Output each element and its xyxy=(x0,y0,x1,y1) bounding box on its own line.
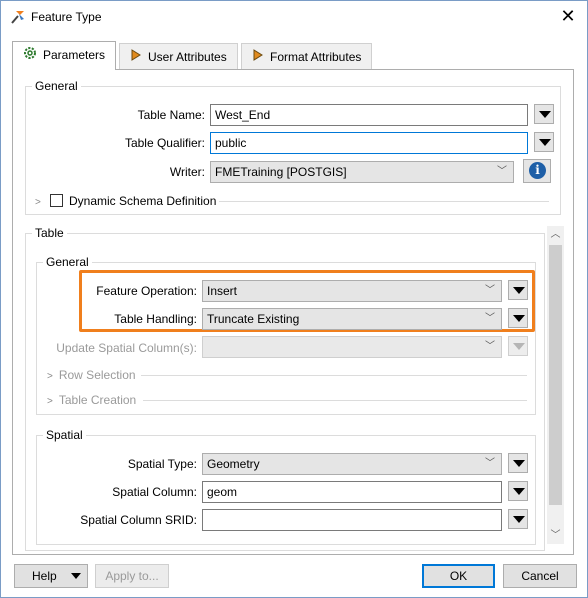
spatial-column-input[interactable]: geom xyxy=(202,481,502,503)
apply-to-button[interactable]: Apply to... xyxy=(95,564,169,588)
chevron-right-icon: > xyxy=(47,371,53,382)
dropdown-arrow-icon xyxy=(513,460,525,467)
table-handling-menu-button[interactable] xyxy=(508,308,528,328)
help-button[interactable]: Help xyxy=(14,564,88,588)
table-qualifier-label: Table Qualifier: xyxy=(124,136,205,150)
fme-icon xyxy=(10,9,26,25)
tab-label: User Attributes xyxy=(148,50,227,64)
table-handling-select[interactable]: Truncate Existing ﹀ xyxy=(202,308,502,330)
table-creation-expander[interactable]: > Table Creation xyxy=(47,393,136,407)
update-spatial-menu-button[interactable] xyxy=(508,336,528,356)
dropdown-arrow-icon xyxy=(539,111,551,118)
dropdown-arrow-icon xyxy=(513,516,525,523)
ok-button[interactable]: OK xyxy=(422,564,495,588)
group-label: General xyxy=(43,255,92,269)
feature-operation-select[interactable]: Insert ﹀ xyxy=(202,280,502,302)
spatial-type-value: Geometry xyxy=(207,457,260,471)
window-title: Feature Type xyxy=(31,10,102,24)
dropdown-arrow-icon xyxy=(513,488,525,495)
close-icon[interactable]: ✕ xyxy=(557,5,579,27)
row-selection-label: Row Selection xyxy=(58,368,136,382)
help-label: Help xyxy=(32,569,57,583)
gear-icon xyxy=(23,43,37,69)
dropdown-arrow-icon xyxy=(71,573,81,579)
divider xyxy=(141,375,527,376)
dynamic-schema-expander[interactable]: > xyxy=(35,194,47,208)
group-label: Table xyxy=(32,226,67,240)
chevron-right-icon: > xyxy=(47,396,53,407)
writer-value: FMETraining [POSTGIS] xyxy=(215,165,347,179)
feature-operation-value: Insert xyxy=(207,284,238,298)
vertical-scrollbar[interactable]: ︿ ﹀ xyxy=(547,226,564,544)
dynamic-schema-label: Dynamic Schema Definition xyxy=(69,194,217,208)
title-bar: Feature Type ✕ xyxy=(1,1,587,33)
spatial-column-label: Spatial Column: xyxy=(112,485,197,499)
group-label: Spatial xyxy=(43,428,86,442)
feature-type-dialog: Feature Type ✕ Parameters User Attribute… xyxy=(0,0,588,598)
chevron-right-icon: > xyxy=(35,197,41,208)
srid-menu-button[interactable] xyxy=(508,509,528,529)
scrollbar-thumb[interactable] xyxy=(549,245,562,505)
table-name-input[interactable]: West_End xyxy=(210,104,528,126)
tab-user-attributes[interactable]: User Attributes xyxy=(119,43,238,69)
table-qualifier-dropdown-button[interactable] xyxy=(534,132,554,152)
chevron-down-icon: ﹀ xyxy=(485,285,495,296)
srid-input[interactable] xyxy=(202,509,502,531)
divider xyxy=(219,201,549,202)
chevron-down-icon: ﹀ xyxy=(485,458,495,469)
update-spatial-label: Update Spatial Column(s): xyxy=(56,341,197,355)
arrow-right-icon xyxy=(252,45,264,71)
divider xyxy=(143,400,527,401)
info-icon: i xyxy=(529,162,546,179)
group-label: General xyxy=(32,79,81,93)
chevron-down-icon: ﹀ xyxy=(485,341,495,352)
update-spatial-select[interactable]: ﹀ xyxy=(202,336,502,358)
dropdown-arrow-icon xyxy=(513,343,525,350)
spatial-column-menu-button[interactable] xyxy=(508,481,528,501)
tab-label: Parameters xyxy=(43,48,106,62)
arrow-right-icon xyxy=(130,45,142,71)
dropdown-arrow-icon xyxy=(513,287,525,294)
tab-parameters[interactable]: Parameters xyxy=(12,41,117,70)
spatial-type-menu-button[interactable] xyxy=(508,453,528,473)
srid-label: Spatial Column SRID: xyxy=(80,513,197,527)
chevron-down-icon: ﹀ xyxy=(497,166,507,177)
table-name-dropdown-button[interactable] xyxy=(534,104,554,124)
table-qualifier-input[interactable]: public xyxy=(210,132,528,154)
writer-select[interactable]: FMETraining [POSTGIS] ﹀ xyxy=(210,161,514,183)
chevron-down-icon: ﹀ xyxy=(485,313,495,324)
tab-label: Format Attributes xyxy=(270,50,362,64)
table-handling-label: Table Handling: xyxy=(114,312,197,326)
table-name-label: Table Name: xyxy=(137,108,205,122)
spatial-type-label: Spatial Type: xyxy=(127,457,197,471)
feature-operation-menu-button[interactable] xyxy=(508,280,528,300)
dynamic-schema-checkbox[interactable] xyxy=(50,194,63,207)
table-handling-value: Truncate Existing xyxy=(207,312,300,326)
dropdown-arrow-icon xyxy=(539,139,551,146)
cancel-button[interactable]: Cancel xyxy=(503,564,577,588)
writer-info-button[interactable]: i xyxy=(523,159,551,183)
chevron-up-icon[interactable]: ︿ xyxy=(547,226,564,243)
spatial-type-select[interactable]: Geometry ﹀ xyxy=(202,453,502,475)
feature-operation-label: Feature Operation: xyxy=(96,284,197,298)
tab-format-attributes[interactable]: Format Attributes xyxy=(241,43,373,71)
writer-label: Writer: xyxy=(169,165,205,179)
chevron-down-icon[interactable]: ﹀ xyxy=(547,527,564,544)
dropdown-arrow-icon xyxy=(513,315,525,322)
row-selection-expander[interactable]: > Row Selection xyxy=(47,368,136,382)
table-creation-label: Table Creation xyxy=(58,393,137,407)
